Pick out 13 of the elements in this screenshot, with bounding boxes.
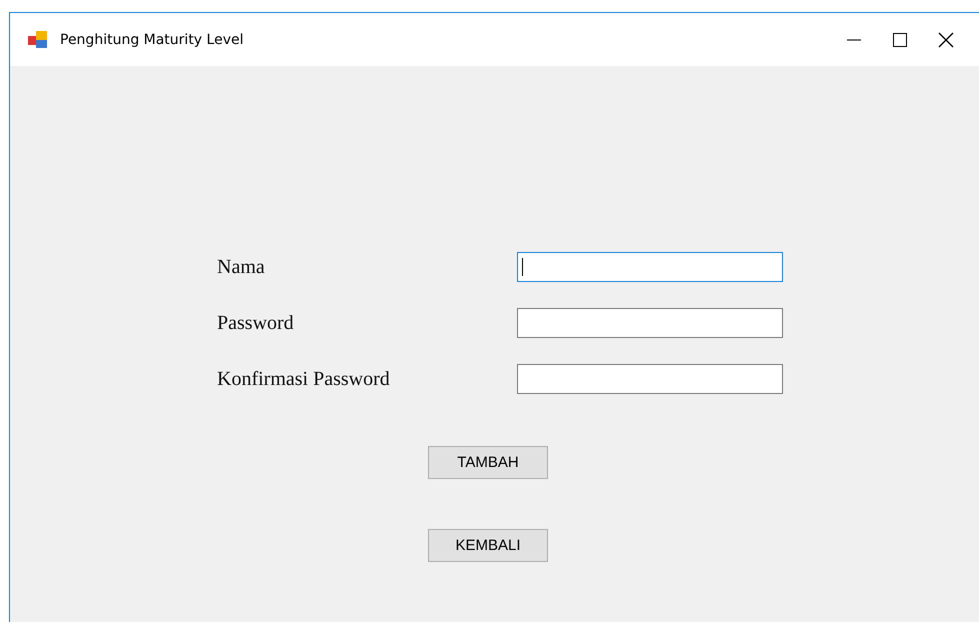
- form-button[interactable]: TAMBAH: [428, 446, 548, 479]
- input-field[interactable]: [517, 364, 783, 394]
- form-button[interactable]: KEMBALI: [428, 529, 548, 562]
- field-label: Nama: [217, 256, 266, 278]
- field-label: Password: [217, 312, 295, 334]
- close-icon: [938, 32, 954, 48]
- field-label: Konfirmasi Password: [217, 368, 391, 390]
- window-title: Penghitung Maturity Level: [60, 32, 244, 48]
- minimize-icon: [847, 38, 861, 40]
- input-field[interactable]: [517, 252, 783, 282]
- app-icon: [28, 30, 48, 48]
- maximize-icon: [893, 32, 907, 46]
- input-field[interactable]: [517, 308, 783, 338]
